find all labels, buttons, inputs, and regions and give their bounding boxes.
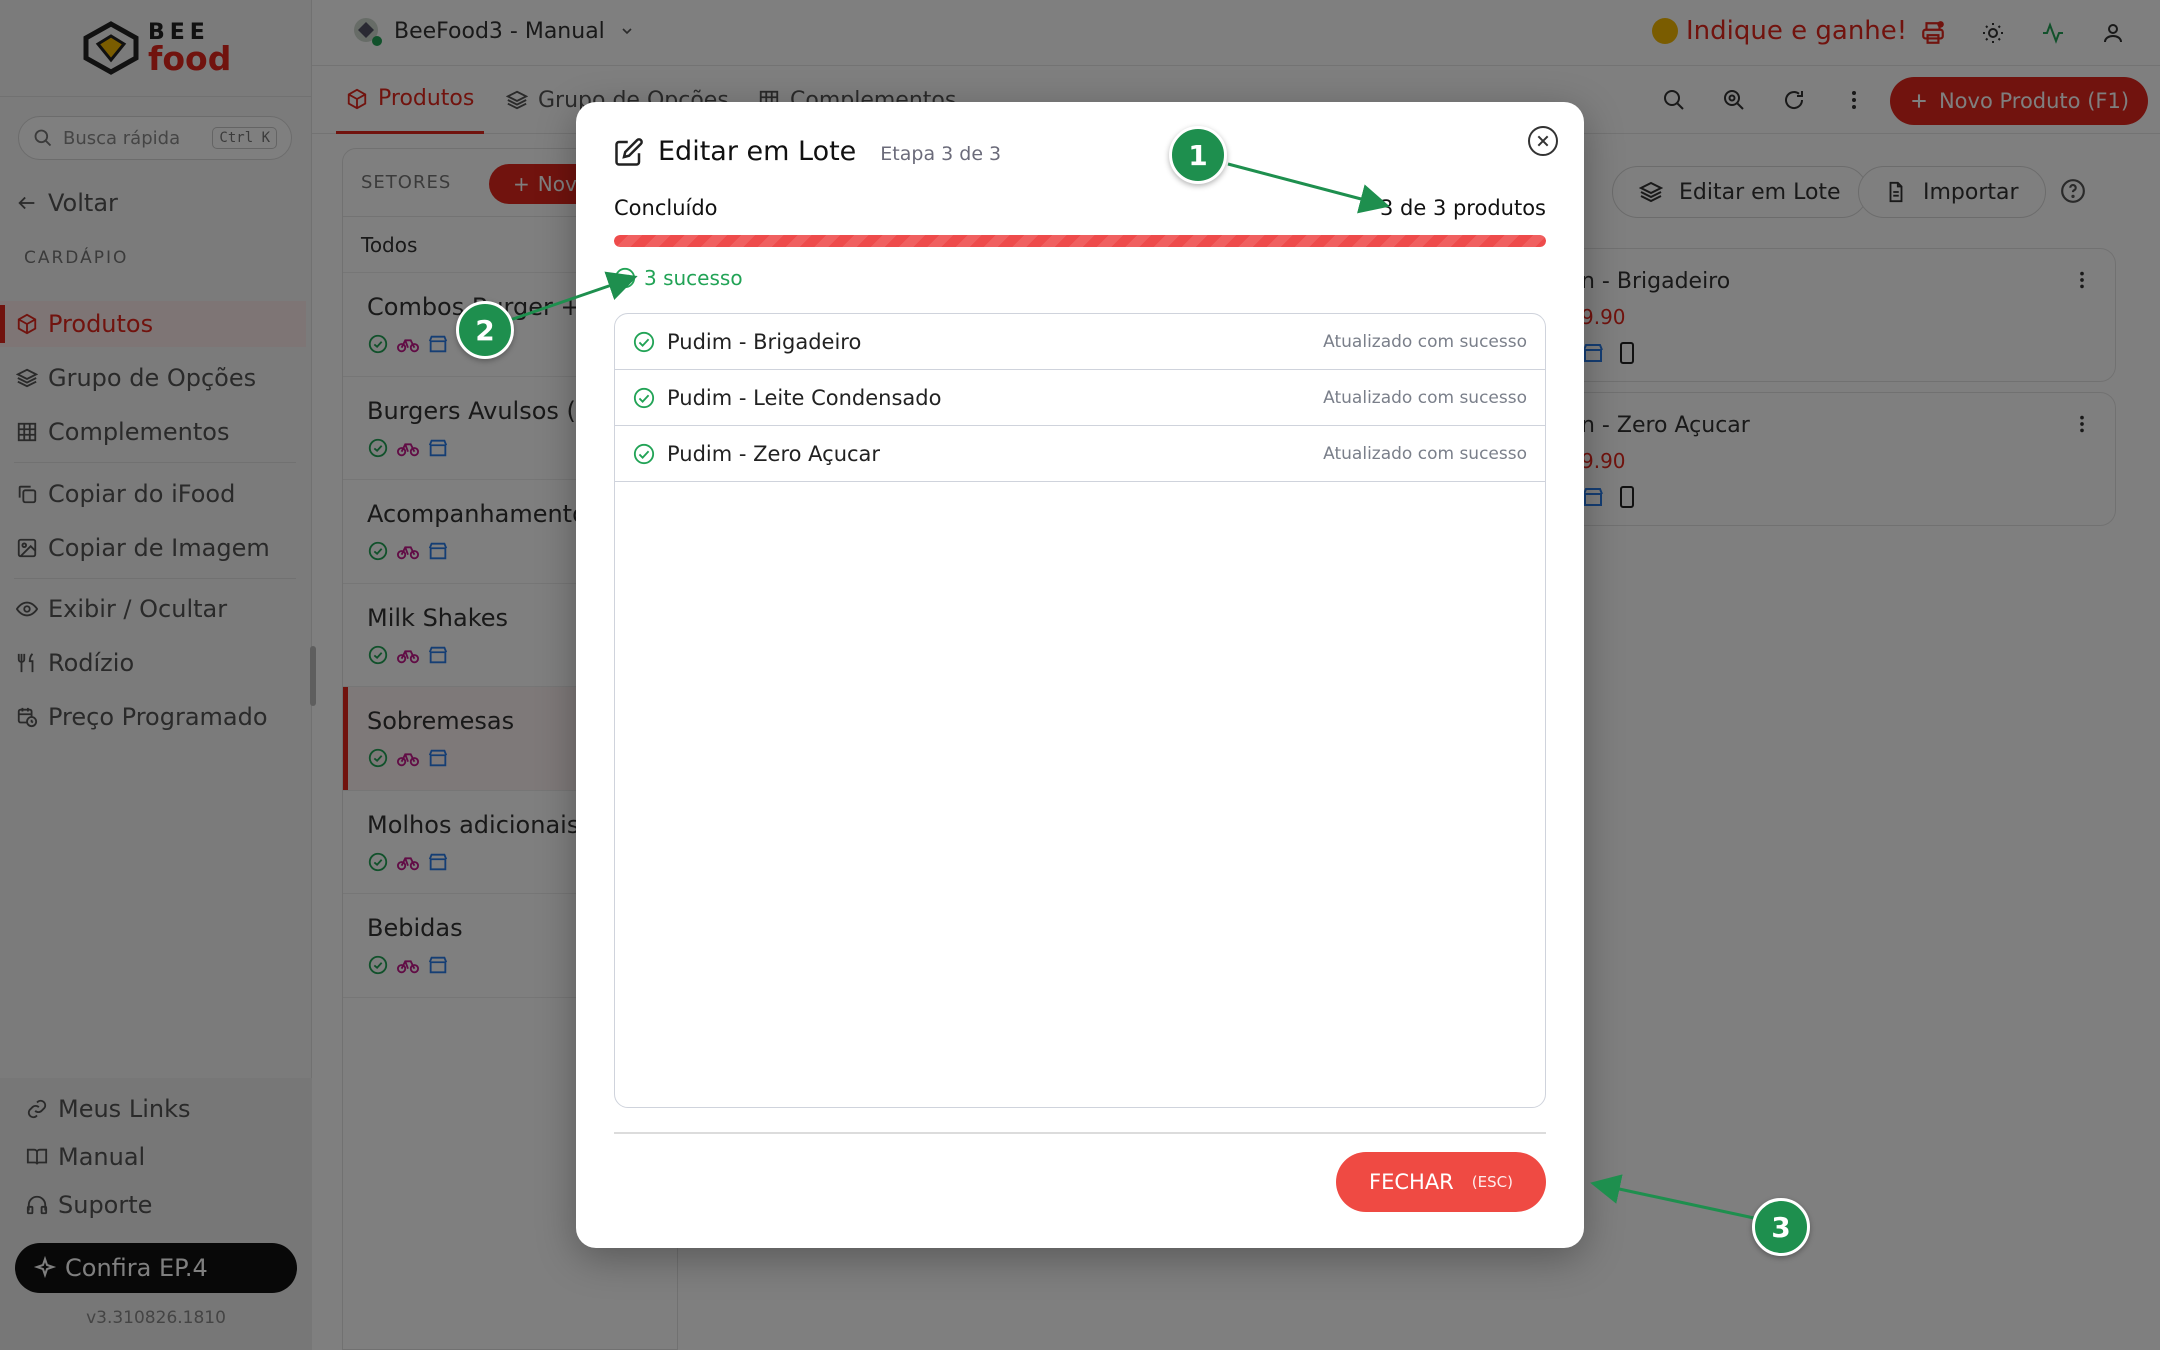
callout-badge: 3 [1752, 1198, 1810, 1256]
callout-badge: 1 [1169, 126, 1227, 184]
callout-3-arrow [1590, 1174, 1755, 1220]
callout-2-arrow [509, 271, 638, 322]
annotation-arrows [509, 162, 1755, 1220]
callout-badge: 2 [456, 301, 514, 359]
callout-1-arrow [1227, 162, 1390, 214]
